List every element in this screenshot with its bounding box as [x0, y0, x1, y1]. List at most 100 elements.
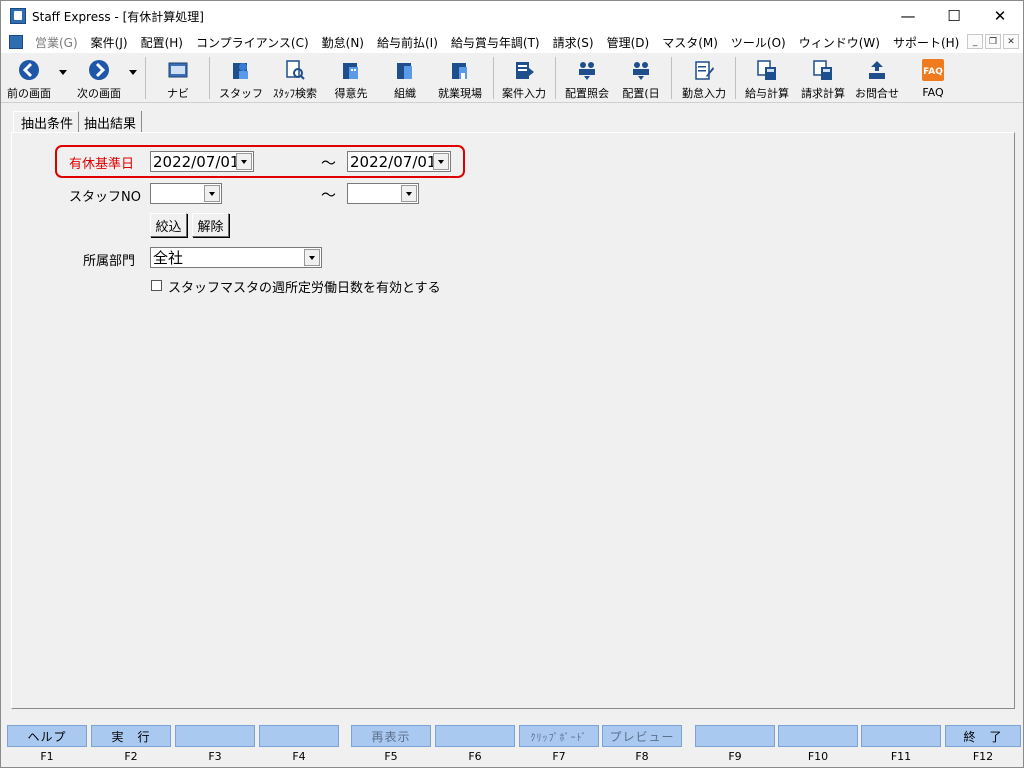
payroll-calc-button[interactable]: 給与計算 [741, 55, 793, 101]
mdi-controls: _ ❐ ✕ [967, 34, 1019, 49]
toolbar-separator [671, 57, 672, 99]
chevron-down-icon[interactable] [401, 185, 417, 202]
back-dropdown-icon[interactable] [59, 70, 67, 75]
f6-button[interactable] [435, 725, 515, 747]
base-date-from-value: 2022/07/01 [153, 152, 240, 171]
f1-key-label: F1 [40, 750, 54, 763]
faq-icon-text: FAQ [923, 67, 943, 77]
chevron-down-icon[interactable] [304, 249, 320, 266]
staff-no-to-combo[interactable] [347, 183, 419, 204]
staff-search-icon [283, 58, 307, 81]
back-button[interactable]: 前の画面 [5, 55, 53, 101]
menu-payroll[interactable]: 給与賞与年調(T) [445, 34, 547, 51]
menu-compliance[interactable]: コンプライアンス(C) [190, 34, 316, 51]
f8-key-label: F8 [635, 750, 649, 763]
weekly-days-checkbox[interactable] [151, 280, 162, 291]
mdi-document-icon[interactable] [9, 35, 23, 49]
title-bar: Staff Express - [有休計算処理] — ☐ ✕ [1, 1, 1023, 31]
mdi-minimize-button[interactable]: _ [967, 34, 983, 49]
chevron-down-icon[interactable] [433, 153, 449, 170]
staff-no-from-combo[interactable] [150, 183, 222, 204]
navi-button[interactable]: ナビ [156, 55, 200, 101]
menu-billing[interactable]: 請求(S) [547, 34, 601, 51]
inquiry-button[interactable]: お問合せ [853, 55, 901, 101]
menu-support[interactable]: サポート(H) [887, 34, 966, 51]
base-date-from-combo[interactable]: 2022/07/01 [150, 151, 254, 172]
menu-case[interactable]: 案件(J) [85, 34, 135, 51]
f10-button[interactable] [778, 725, 858, 747]
f12-exit-button[interactable]: 終 了 [945, 725, 1021, 747]
mdi-close-button[interactable]: ✕ [1003, 34, 1019, 49]
close-button[interactable]: ✕ [977, 1, 1023, 31]
department-label: 所属部門 [83, 254, 136, 269]
faq-button[interactable]: FAQ FAQ [911, 55, 955, 101]
keyboard-icon [166, 58, 190, 81]
f4-key-label: F4 [292, 750, 306, 763]
department-combo[interactable]: 全社 [150, 247, 322, 268]
menu-admin[interactable]: 管理(D) [601, 34, 657, 51]
organization-button[interactable]: 組織 [383, 55, 427, 101]
toolbar-separator [209, 57, 210, 99]
case-input-button[interactable]: 案件入力 [497, 55, 551, 101]
menu-window[interactable]: ウィンドウ(W) [793, 34, 887, 51]
menu-assign[interactable]: 配置(H) [135, 34, 190, 51]
work-site-icon [448, 58, 472, 81]
tab-conditions[interactable]: 抽出条件 [13, 111, 80, 133]
case-input-icon [512, 58, 536, 81]
f9-button[interactable] [695, 725, 775, 747]
base-date-to-value: 2022/07/01 [350, 152, 437, 171]
assign-people-icon [575, 58, 599, 81]
f1-help-button[interactable]: ヘルプ [7, 725, 87, 747]
f4-button[interactable] [259, 725, 339, 747]
f5-refresh-button[interactable]: 再表示 [351, 725, 431, 747]
maximize-button[interactable]: ☐ [931, 1, 977, 31]
menu-master[interactable]: マスタ(M) [656, 34, 725, 51]
department-value: 全社 [153, 249, 184, 267]
menu-bar: 営業(G) 案件(J) 配置(H) コンプライアンス(C) 勤怠(N) 給与前払… [1, 31, 1023, 53]
menu-sales[interactable]: 営業(G) [29, 34, 85, 51]
forward-dropdown-icon[interactable] [129, 70, 137, 75]
assign-inquiry-button[interactable]: 配置照会 [561, 55, 613, 101]
base-date-label: 有休基準日 [69, 157, 135, 172]
attendance-input-button[interactable]: 勤怠入力 [677, 55, 731, 101]
staff-search-button[interactable]: ｽﾀｯﾌ検索 [269, 55, 321, 101]
base-date-to-combo[interactable]: 2022/07/01 [347, 151, 451, 172]
range-tilde: ～ [321, 186, 337, 204]
window-controls: — ☐ ✕ [885, 1, 1023, 31]
work-site-button[interactable]: 就業現場 [433, 55, 487, 101]
forward-button[interactable]: 次の画面 [75, 55, 123, 101]
tab-results[interactable]: 抽出結果 [79, 111, 143, 133]
filter-button[interactable]: 絞込 [150, 213, 187, 237]
f7-clipboard-button[interactable]: ｸﾘｯﾌﾟﾎﾞｰﾄﾞ [519, 725, 599, 747]
menu-attendance[interactable]: 勤怠(N) [316, 34, 371, 51]
f5-key-label: F5 [384, 750, 398, 763]
f2-execute-button[interactable]: 実 行 [91, 725, 171, 747]
assign-day-button[interactable]: 配置(日 [619, 55, 663, 101]
menu-advance-pay[interactable]: 給与前払(I) [371, 34, 445, 51]
weekly-days-checkbox-label[interactable]: スタッフマスタの週所定労働日数を有効とする [168, 277, 441, 296]
app-window: Staff Express - [有休計算処理] — ☐ ✕ 営業(G) 案件(… [0, 0, 1024, 768]
minimize-button[interactable]: — [885, 1, 931, 31]
f3-button[interactable] [175, 725, 255, 747]
client-button[interactable]: 得意先 [329, 55, 373, 101]
range-tilde: ～ [321, 154, 337, 172]
staff-no-label: スタッフNO [69, 190, 141, 205]
menu-tools[interactable]: ツール(O) [725, 34, 793, 51]
f9-key-label: F9 [728, 750, 742, 763]
client-building-icon [339, 58, 363, 81]
window-title: Staff Express - [有休計算処理] [32, 9, 204, 24]
faq-icon: FAQ [921, 58, 945, 82]
clear-button[interactable]: 解除 [192, 213, 229, 237]
toolbar: 前の画面 次の画面 ナビ スタッフ ｽﾀｯﾌ検索 得意先 組織 就業現場 案件入… [1, 53, 1023, 103]
chevron-down-icon[interactable] [236, 153, 252, 170]
f2-key-label: F2 [124, 750, 138, 763]
billing-calc-button[interactable]: 請求計算 [797, 55, 849, 101]
f11-button[interactable] [861, 725, 941, 747]
mdi-restore-button[interactable]: ❐ [985, 34, 1001, 49]
function-key-bar: ヘルプ F1 実 行 F2 F3 F4 再表示 F5 F6 ｸﾘｯﾌﾟﾎﾞｰﾄﾞ… [1, 725, 1023, 767]
f8-preview-button[interactable]: プレビュー [602, 725, 682, 747]
inquiry-upload-icon [865, 58, 889, 81]
staff-button[interactable]: スタッフ [219, 55, 263, 101]
chevron-down-icon[interactable] [204, 185, 220, 202]
toolbar-separator [735, 57, 736, 99]
